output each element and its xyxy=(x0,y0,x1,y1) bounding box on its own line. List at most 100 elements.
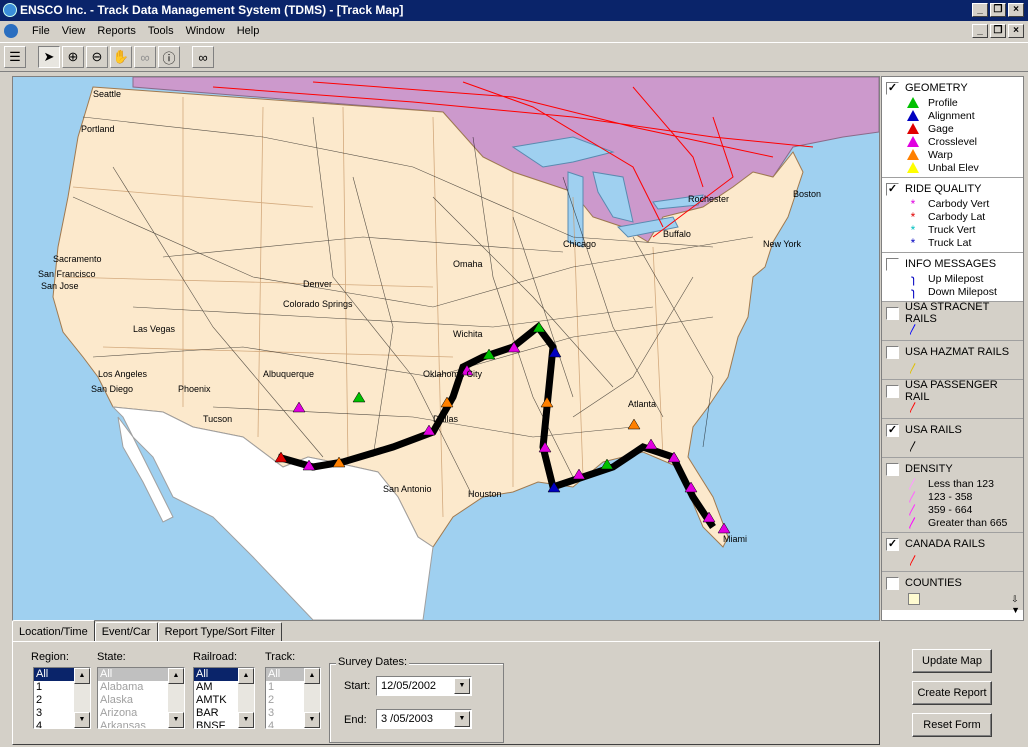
legend-item-label: Crosslevel xyxy=(928,135,978,148)
city-label: Rochester xyxy=(688,194,729,204)
passenger-checkbox[interactable] xyxy=(886,384,899,398)
legend-stracnet: USA STRACNET RAILS 〳 xyxy=(882,301,1023,341)
legend-scroll-arrows-icon[interactable]: ⇩ ▼ xyxy=(1011,594,1020,616)
menu-help[interactable]: Help xyxy=(231,25,266,37)
asterisk-icon: * xyxy=(910,196,916,211)
region-listbox[interactable]: All 1 2 3 4 ▲ ▼ xyxy=(33,667,91,729)
railroad-label: Railroad: xyxy=(193,651,238,663)
legend-item-label: 359 - 664 xyxy=(928,503,973,516)
track-listbox[interactable]: All 1 2 3 4 ▲ ▼ xyxy=(265,667,321,729)
railroad-scrollbar[interactable]: ▲ ▼ xyxy=(238,668,254,728)
alignment-triangle-icon xyxy=(907,110,919,121)
chevron-down-icon[interactable]: ▼ xyxy=(454,678,470,694)
city-label: San Antonio xyxy=(383,484,432,494)
legend-item-label: Profile xyxy=(928,96,958,109)
tab-report-type[interactable]: Report Type/Sort Filter xyxy=(157,622,283,642)
info-messages-label: INFO MESSAGES xyxy=(905,258,997,270)
usa-rails-label: USA RAILS xyxy=(905,424,962,436)
legend-item-label: Unbal Elev xyxy=(928,161,979,174)
canada-rails-checkbox[interactable]: ✓ xyxy=(886,537,899,551)
zoom-out-icon[interactable]: ⊖ xyxy=(86,46,108,68)
city-label: Tucson xyxy=(203,414,232,424)
document-globe-icon[interactable] xyxy=(4,24,18,38)
pointer-icon[interactable]: ➤ xyxy=(38,46,60,68)
tab-location-time[interactable]: Location/Time xyxy=(12,620,95,641)
legend-item: Crosslevel xyxy=(886,135,1020,148)
info-messages-checkbox[interactable] xyxy=(886,257,899,271)
maximize-button[interactable]: ❐ xyxy=(990,3,1006,17)
doc-restore-button[interactable]: ❐ xyxy=(990,24,1006,38)
counties-checkbox[interactable] xyxy=(886,576,899,590)
info-icon[interactable]: ⓘ xyxy=(158,46,180,68)
pan-hand-icon[interactable]: ✋ xyxy=(110,46,132,68)
density-checkbox[interactable] xyxy=(886,462,899,476)
legend-item-label: Alignment xyxy=(928,109,975,122)
menu-window[interactable]: Window xyxy=(180,25,231,37)
counties-swatch-icon xyxy=(886,591,1020,607)
legend-item: Warp xyxy=(886,148,1020,161)
legend-item-label: Up Milepost xyxy=(928,272,984,285)
layer-legend: ✓ GEOMETRY Profile Alignment Gage Crossle… xyxy=(881,76,1024,621)
city-label: Chicago xyxy=(563,239,596,249)
state-scrollbar[interactable]: ▲ ▼ xyxy=(168,668,184,728)
title-bar: ENSCO Inc. - Track Data Management Syste… xyxy=(0,0,1028,21)
layers-icon[interactable]: ☰ xyxy=(4,46,26,68)
usa-rails-line-icon: 〳 xyxy=(908,441,919,453)
hazmat-checkbox[interactable] xyxy=(886,345,899,359)
city-label: Denver xyxy=(303,279,332,289)
profile-triangle-icon xyxy=(907,97,919,108)
legend-item: * Carbody Lat xyxy=(886,210,1020,223)
toolbar: ☰ ➤ ⊕ ⊖ ✋ ∞ ⓘ ∞ xyxy=(0,42,1028,72)
city-label: Boston xyxy=(793,189,821,199)
menu-bar: File View Reports Tools Window Help _ ❐ … xyxy=(0,21,1028,41)
track-scrollbar[interactable]: ▲ ▼ xyxy=(304,668,320,728)
city-label: Buffalo xyxy=(663,229,691,239)
ride-quality-checkbox[interactable]: ✓ xyxy=(886,182,899,196)
create-report-button[interactable]: Create Report xyxy=(912,681,992,705)
zoom-in-icon[interactable]: ⊕ xyxy=(62,46,84,68)
crosslevel-triangle-icon xyxy=(907,136,919,147)
binoculars-icon[interactable]: ∞ xyxy=(192,46,214,68)
legend-item: Alignment xyxy=(886,109,1020,122)
city-label: Los Angeles xyxy=(98,369,148,379)
legend-counties: COUNTIES xyxy=(882,572,1023,610)
railroad-listbox[interactable]: All AM AMTK BAR BNSF ▲ ▼ xyxy=(193,667,255,729)
stracnet-checkbox[interactable] xyxy=(886,306,899,320)
state-listbox[interactable]: All Alabama Alaska Arizona Arkansas ▲ ▼ xyxy=(97,667,185,729)
canada-rails-label: CANADA RAILS xyxy=(905,538,986,550)
menu-reports[interactable]: Reports xyxy=(91,25,142,37)
city-label: New York xyxy=(763,239,802,249)
track-map[interactable]: Seattle Portland Sacramento San Francisco Sa… xyxy=(12,76,880,621)
tab-event-car[interactable]: Event/Car xyxy=(94,622,158,642)
geometry-checkbox[interactable]: ✓ xyxy=(886,81,899,95)
asterisk-icon: * xyxy=(910,209,916,224)
density-label: DENSITY xyxy=(905,463,953,475)
asterisk-icon: * xyxy=(910,222,916,237)
doc-minimize-button[interactable]: _ xyxy=(972,24,988,38)
legend-item: Unbal Elev xyxy=(886,161,1020,174)
menu-view[interactable]: View xyxy=(56,25,92,37)
start-date-picker[interactable]: 12/05/2002 ▼ xyxy=(376,676,472,696)
city-label: Las Vegas xyxy=(133,324,176,334)
legend-item: Gage xyxy=(886,122,1020,135)
menu-file[interactable]: File xyxy=(26,25,56,37)
end-date-picker[interactable]: 3 /05/2003 ▼ xyxy=(376,709,472,729)
city-label: San Jose xyxy=(41,281,79,291)
minimize-button[interactable]: _ xyxy=(972,3,988,17)
warp-triangle-icon xyxy=(907,149,919,160)
usa-rails-checkbox[interactable]: ✓ xyxy=(886,423,899,437)
chevron-down-icon[interactable]: ▼ xyxy=(454,711,470,727)
city-label: Phoenix xyxy=(178,384,211,394)
close-button[interactable]: × xyxy=(1008,3,1024,17)
reset-form-button[interactable]: Reset Form xyxy=(912,713,992,737)
doc-close-button[interactable]: × xyxy=(1008,24,1024,38)
city-label: San Diego xyxy=(91,384,133,394)
map-canvas[interactable]: Seattle Portland Sacramento San Francisco Sa… xyxy=(13,77,879,620)
legend-item-label: Down Milepost xyxy=(928,285,997,298)
density-line-icon: 〳 xyxy=(906,515,919,530)
legend-item: ɿ Up Milepost xyxy=(886,272,1020,285)
city-label: San Francisco xyxy=(38,269,96,279)
region-scrollbar[interactable]: ▲ ▼ xyxy=(74,668,90,728)
menu-tools[interactable]: Tools xyxy=(142,25,180,37)
update-map-button[interactable]: Update Map xyxy=(912,649,992,673)
